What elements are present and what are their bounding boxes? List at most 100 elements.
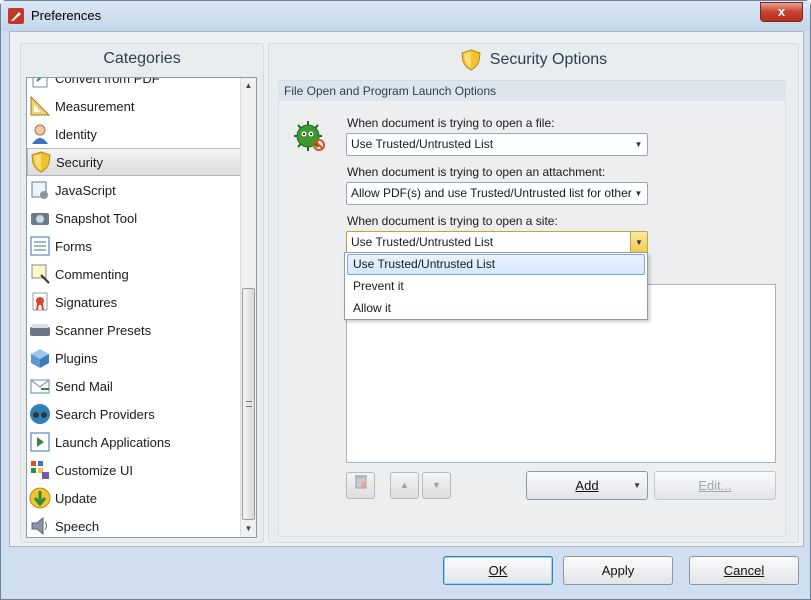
apply-label: Apply bbox=[601, 563, 635, 578]
sidebar-item-label: Convert from PDF bbox=[55, 77, 160, 86]
form-icon bbox=[30, 236, 50, 256]
cancel-label: Cancel bbox=[723, 563, 765, 578]
scroll-up-icon[interactable]: ▲ bbox=[241, 78, 256, 94]
convert-pdf-icon bbox=[32, 78, 48, 88]
grip-icon bbox=[246, 401, 252, 407]
shield-icon bbox=[461, 49, 481, 71]
camera-icon bbox=[31, 213, 49, 225]
cancel-button[interactable]: Cancel bbox=[689, 556, 799, 585]
sidebar-item-label: Signatures bbox=[55, 294, 118, 310]
sidebar-item-customize-ui[interactable]: Customize UI bbox=[27, 456, 241, 484]
sidebar-item-label: Send Mail bbox=[55, 378, 113, 394]
security-title: Security Options bbox=[489, 51, 608, 68]
site-value: Use Trusted/Untrusted List bbox=[351, 235, 494, 249]
speaker-icon bbox=[31, 516, 47, 536]
categories-items: Convert from PDF Measurement Identity Secur… bbox=[27, 77, 241, 537]
sidebar-item-snapshot-tool[interactable]: Snapshot Tool bbox=[27, 204, 241, 232]
ribbon-award-icon bbox=[32, 292, 48, 311]
add-label: Add bbox=[575, 478, 599, 493]
scroll-down-icon[interactable]: ▼ bbox=[241, 521, 256, 537]
ok-label: OK bbox=[488, 563, 508, 578]
apply-button[interactable]: Apply bbox=[563, 556, 673, 585]
sidebar-item-label: Commenting bbox=[55, 266, 129, 282]
sidebar-item-label: JavaScript bbox=[55, 182, 116, 198]
attachment-label: When document is trying to open an attac… bbox=[347, 165, 606, 179]
ok-button[interactable]: OK bbox=[443, 556, 553, 585]
virus-shield-icon bbox=[294, 121, 325, 151]
sidebar-item-convert-from-pdf[interactable]: Convert from PDF bbox=[27, 77, 241, 92]
shield-icon bbox=[31, 151, 51, 173]
app-logo-icon bbox=[8, 8, 24, 24]
chevron-down-icon[interactable]: ▼ bbox=[633, 472, 641, 499]
arrow-up-icon: ▲ bbox=[400, 480, 409, 490]
sidebar-item-label: Search Providers bbox=[55, 406, 155, 422]
chevron-down-icon[interactable]: ▼ bbox=[630, 183, 647, 204]
mail-icon bbox=[30, 379, 50, 394]
option-use-trusted[interactable]: Use Trusted/Untrusted List bbox=[347, 254, 645, 275]
sidebar-item-search-providers[interactable]: Search Providers bbox=[27, 400, 241, 428]
scanner-icon bbox=[30, 324, 50, 336]
sidebar-item-scanner-presets[interactable]: Scanner Presets bbox=[27, 316, 241, 344]
option-prevent[interactable]: Prevent it bbox=[347, 276, 645, 297]
categories-list[interactable]: Convert from PDF Measurement Identity Secur… bbox=[26, 77, 257, 538]
attachment-combobox[interactable]: Allow PDF(s) and use Trusted/Untrusted l… bbox=[346, 182, 648, 205]
move-down-button[interactable]: ▼ bbox=[422, 472, 451, 499]
sidebar-item-signatures[interactable]: Signatures bbox=[27, 288, 241, 316]
sidebar-item-security[interactable]: Security bbox=[27, 148, 241, 176]
sidebar-item-label: Scanner Presets bbox=[55, 322, 152, 338]
sidebar-item-label: Update bbox=[55, 490, 97, 506]
sidebar-item-commenting[interactable]: Commenting bbox=[27, 260, 241, 288]
sidebar-item-send-mail[interactable]: Send Mail bbox=[27, 372, 241, 400]
sidebar-item-label: Speech bbox=[55, 518, 100, 534]
edit-button[interactable]: Edit... bbox=[654, 471, 776, 500]
sidebar-item-update[interactable]: Update bbox=[27, 484, 241, 512]
attachment-value: Allow PDF(s) and use Trusted/Untrusted l… bbox=[351, 186, 632, 200]
security-header: Security Options bbox=[269, 44, 798, 76]
site-label: When document is trying to open a site: bbox=[347, 214, 558, 228]
comment-icon bbox=[31, 264, 50, 284]
sidebar-item-label: Identity bbox=[55, 126, 97, 142]
sidebar-item-identity[interactable]: Identity bbox=[27, 120, 241, 148]
chevron-down-icon[interactable]: ▼ bbox=[630, 134, 647, 155]
binoculars-icon bbox=[30, 404, 50, 424]
ruler-icon bbox=[30, 95, 51, 116]
trash-icon bbox=[354, 475, 367, 489]
chevron-down-icon[interactable]: ▼ bbox=[630, 232, 647, 253]
categories-scrollbar[interactable]: ▲ ▼ bbox=[240, 78, 256, 537]
scroll-thumb[interactable] bbox=[242, 288, 255, 520]
move-up-button[interactable]: ▲ bbox=[390, 472, 419, 499]
sidebar-item-label: Forms bbox=[55, 238, 92, 254]
group-title: File Open and Program Launch Options bbox=[279, 81, 785, 101]
sidebar-item-plugins[interactable]: Plugins bbox=[27, 344, 241, 372]
site-dropdown-list[interactable]: Use Trusted/Untrusted List Prevent it Al… bbox=[344, 252, 648, 320]
file-value: Use Trusted/Untrusted List bbox=[351, 137, 494, 151]
sidebar-item-label: Plugins bbox=[55, 350, 98, 366]
sidebar-item-forms[interactable]: Forms bbox=[27, 232, 241, 260]
add-button[interactable]: Add ▼ bbox=[526, 471, 648, 500]
launch-icon bbox=[30, 432, 50, 452]
sidebar-item-label: Snapshot Tool bbox=[55, 210, 138, 226]
close-button[interactable]: x bbox=[760, 2, 803, 22]
sidebar-item-label: Launch Applications bbox=[55, 434, 171, 450]
sidebar-item-label: Measurement bbox=[55, 98, 135, 114]
sidebar-item-launch-applications[interactable]: Launch Applications bbox=[27, 428, 241, 456]
sidebar-item-label: Security bbox=[56, 154, 103, 170]
site-combobox[interactable]: Use Trusted/Untrusted List ▼ bbox=[346, 231, 648, 254]
sidebar-item-speech[interactable]: Speech bbox=[27, 512, 241, 537]
arrow-down-icon: ▼ bbox=[432, 480, 441, 490]
script-gear-icon bbox=[31, 181, 48, 199]
sidebar-item-measurement[interactable]: Measurement bbox=[27, 92, 241, 120]
categories-pane: Categories Convert from PDF Measurement Id… bbox=[20, 43, 264, 543]
file-label: When document is trying to open a file: bbox=[347, 116, 555, 130]
option-allow[interactable]: Allow it bbox=[347, 298, 645, 319]
file-combobox[interactable]: Use Trusted/Untrusted List ▼ bbox=[346, 133, 648, 156]
plugin-cube-icon bbox=[31, 349, 49, 368]
update-arrow-icon bbox=[29, 487, 51, 509]
customize-grid-icon bbox=[31, 461, 49, 479]
categories-header: Categories bbox=[103, 50, 181, 67]
sidebar-item-javascript[interactable]: JavaScript bbox=[27, 176, 241, 204]
title-bar: Preferences x bbox=[1, 1, 810, 31]
delete-button[interactable] bbox=[346, 472, 375, 499]
user-icon bbox=[32, 124, 48, 144]
sidebar-item-label: Customize UI bbox=[55, 462, 134, 478]
